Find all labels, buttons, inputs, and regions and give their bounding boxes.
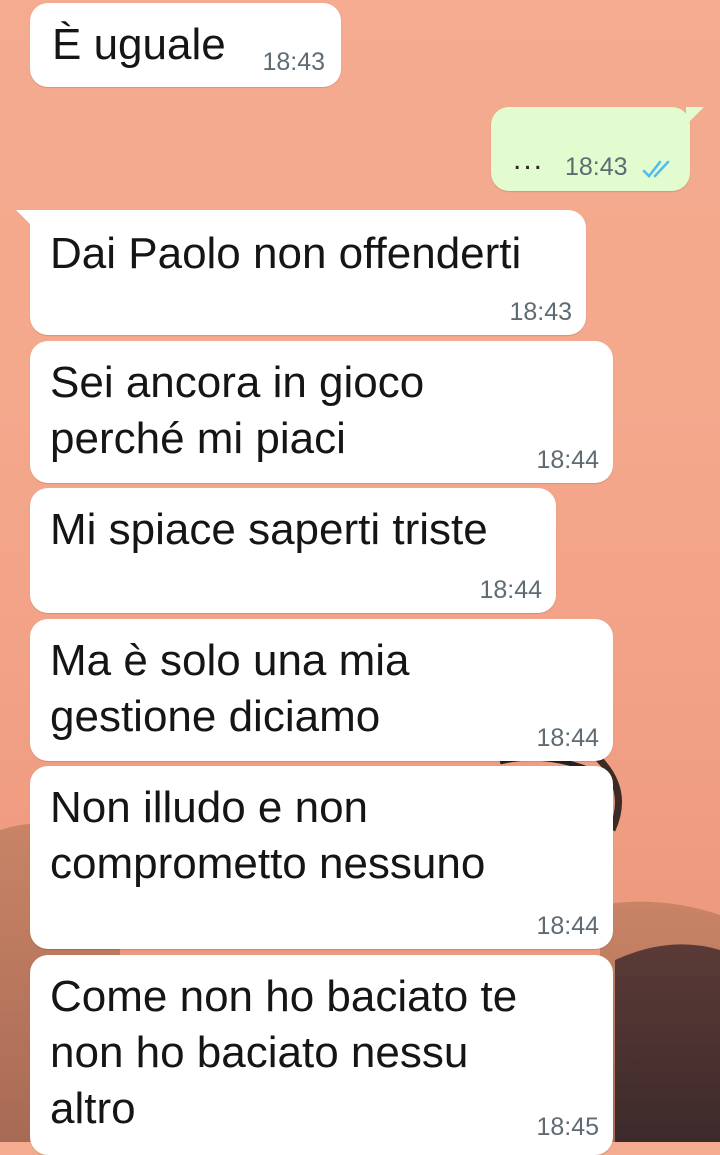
message-text: Dai Paolo non offenderti: [50, 229, 522, 278]
message-timestamp: 18:43: [509, 298, 572, 326]
incoming-message-bubble[interactable]: Dai Paolo non offenderti 18:43: [16, 210, 586, 335]
incoming-message-bubble[interactable]: È uguale 18:43: [30, 3, 341, 87]
dune-shadow: [615, 944, 720, 1142]
message-text: Ma è solo una mia gestione diciamo: [50, 636, 410, 741]
message-text: Mi spiace saperti triste: [50, 505, 488, 554]
incoming-message-bubble[interactable]: Mi spiace saperti triste 18:44: [30, 488, 556, 613]
message-text: Non illudo e non comprometto nessuno: [50, 783, 486, 888]
outgoing-message-bubble[interactable]: ... 18:43: [491, 107, 704, 191]
message-timestamp: 18:45: [536, 1113, 599, 1141]
incoming-message-bubble[interactable]: Come non ho baciato te non ho baciato ne…: [30, 955, 613, 1155]
double-check-read-icon: [642, 160, 670, 178]
message-timestamp: 18:44: [536, 446, 599, 474]
bubble-tail: [686, 107, 704, 125]
incoming-message-bubble[interactable]: Non illudo e non comprometto nessuno 18:…: [30, 766, 613, 949]
message-timestamp: 18:43: [262, 48, 325, 76]
message-text: È uguale: [52, 20, 226, 69]
message-text: ...: [513, 143, 545, 176]
incoming-message-bubble[interactable]: Sei ancora in gioco perché mi piaci 18:4…: [30, 341, 613, 483]
incoming-message-bubble[interactable]: Ma è solo una mia gestione diciamo 18:44: [30, 619, 613, 761]
message-timestamp: 18:44: [536, 912, 599, 940]
message-timestamp: 18:43: [565, 153, 628, 181]
message-timestamp: 18:44: [536, 724, 599, 752]
bubble-tail: [16, 210, 34, 228]
message-text: Sei ancora in gioco perché mi piaci: [50, 358, 425, 463]
message-timestamp: 18:44: [479, 576, 542, 604]
message-text: Come non ho baciato te non ho baciato ne…: [50, 972, 518, 1133]
